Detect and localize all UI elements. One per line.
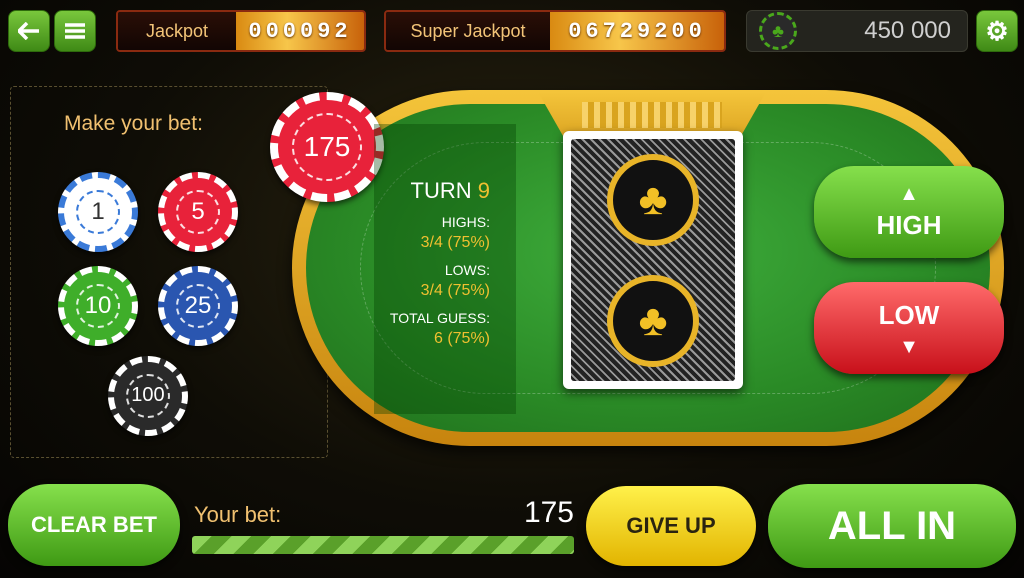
clear-bet-button[interactable]: CLEAR BET (8, 484, 180, 566)
total-guess-label: TOTAL GUESS: (389, 310, 490, 326)
your-bet-value: 175 (523, 496, 574, 529)
balance-box: ♣ 450 000 (746, 10, 968, 52)
jackpot-value: 000092 (236, 12, 364, 50)
placed-bet-value: 175 (303, 130, 351, 162)
chip-1[interactable]: 1 (58, 172, 138, 252)
turn-line: TURN 9 (374, 178, 490, 204)
total-guess-value: 6 (75%) (433, 330, 490, 347)
chip-10-value: 10 (84, 291, 112, 319)
settings-button[interactable]: ⚙ (976, 10, 1018, 52)
stats-panel: TURN 9 HIGHS: 3/4 (75%) LOWS: 3/4 (75%) … (374, 124, 516, 414)
chip-25[interactable]: 25 (158, 266, 238, 346)
low-label: LOW (878, 299, 940, 330)
clover-icon: ♣ (607, 274, 699, 367)
chip-5[interactable]: 5 (158, 172, 238, 252)
chip-5-value: 5 (191, 197, 205, 225)
chip-100-value: 100 (131, 384, 165, 407)
menu-button[interactable] (54, 10, 96, 52)
highs-label: HIGHS: (441, 214, 490, 230)
clover-icon: ♣ (607, 153, 699, 246)
bet-progress-fill (192, 536, 574, 554)
chip-25-value: 25 (184, 291, 212, 319)
arrow-down-icon: ▼ (899, 335, 919, 358)
your-bet-label: Your bet: (194, 502, 282, 527)
card-back: ♣ ♣ (571, 139, 735, 381)
super-jackpot-value: 06729200 (550, 12, 724, 50)
face-down-card: ♣ ♣ (563, 131, 743, 389)
chip-100[interactable]: 100 (108, 356, 188, 436)
balance-value: 450 000 (864, 17, 951, 44)
arrow-up-icon: ▲ (899, 182, 919, 205)
gear-icon: ⚙ (985, 16, 1009, 46)
give-up-button[interactable]: GIVE UP (586, 486, 756, 566)
lows-value: 3/4 (75%) (420, 282, 490, 299)
arrow-left-icon (18, 22, 39, 40)
placed-bet-chip: 175 (270, 92, 384, 202)
give-up-label: GIVE UP (626, 513, 716, 538)
bet-progress-bar (192, 536, 574, 554)
low-button[interactable]: LOW ▼ (814, 282, 1004, 374)
all-in-label: ALL IN (827, 503, 957, 548)
highs-value: 3/4 (75%) (420, 234, 490, 251)
jackpot-label: Jackpot (118, 12, 236, 50)
chip-10[interactable]: 10 (58, 266, 138, 346)
clover-chip-icon: ♣ (759, 12, 797, 50)
all-in-button[interactable]: ALL IN (768, 484, 1016, 568)
deck-stack (582, 102, 722, 128)
clear-bet-label: CLEAR BET (31, 512, 157, 537)
super-jackpot-label: Super Jackpot (386, 12, 550, 50)
turn-label: TURN (410, 178, 472, 203)
high-label: HIGH (876, 209, 942, 240)
menu-icon (65, 23, 85, 39)
high-button[interactable]: ▲ HIGH (814, 166, 1004, 258)
jackpot-box: Jackpot 000092 (116, 10, 366, 52)
make-bet-prompt: Make your bet: (64, 112, 203, 135)
super-jackpot-box: Super Jackpot 06729200 (384, 10, 726, 52)
chip-1-value: 1 (91, 197, 105, 225)
back-button[interactable] (8, 10, 50, 52)
lows-label: LOWS: (444, 262, 490, 278)
turn-value: 9 (477, 178, 490, 203)
